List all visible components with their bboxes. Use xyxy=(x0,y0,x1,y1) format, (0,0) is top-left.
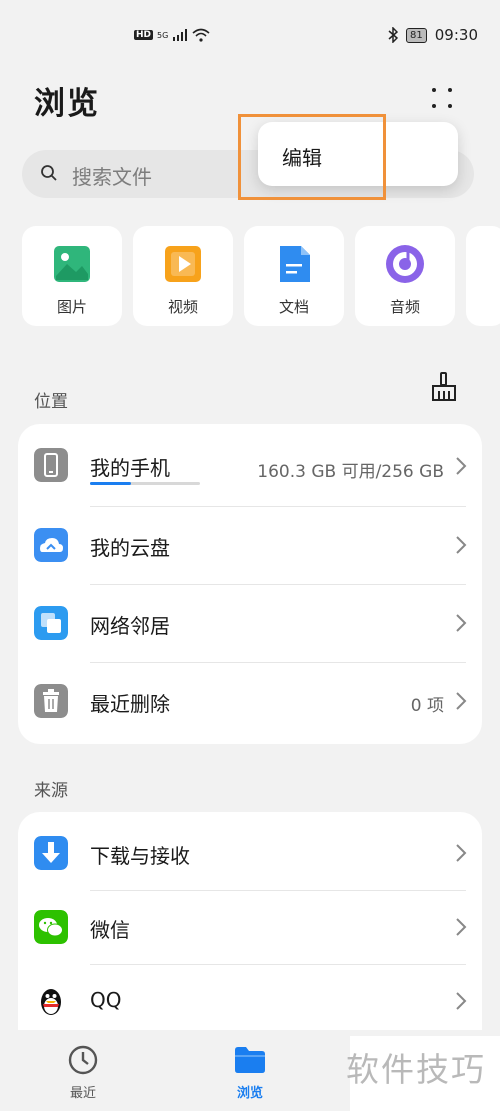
highlight-box xyxy=(238,114,386,200)
cloud-icon xyxy=(34,528,68,562)
wechat-icon xyxy=(34,910,68,944)
network-label: 5G xyxy=(157,30,169,40)
hd-badge: HD xyxy=(134,30,154,40)
audio-icon xyxy=(386,245,424,283)
list-item-network-neighbors[interactable]: 网络邻居 xyxy=(18,584,482,662)
storage-usage-bar xyxy=(90,482,200,485)
phone-icon xyxy=(34,448,68,482)
page-title: 浏览 xyxy=(34,86,100,122)
category-images[interactable]: 图片 xyxy=(22,226,122,326)
category-more[interactable] xyxy=(466,226,500,326)
row-label: 我的云盘 xyxy=(90,536,170,560)
tab-label: 最近 xyxy=(69,1086,96,1101)
row-label: 最近删除 xyxy=(90,692,170,716)
list-item-downloads[interactable]: 下载与接收 xyxy=(18,812,482,890)
chevron-right-icon xyxy=(456,536,467,554)
category-videos[interactable]: 视频 xyxy=(133,226,233,326)
search-icon xyxy=(41,165,57,181)
qq-icon xyxy=(41,989,61,1015)
chevron-right-icon xyxy=(456,992,467,1010)
deleted-count: 0 项 xyxy=(410,696,444,716)
wifi-icon xyxy=(192,28,210,42)
tab-label: 浏览 xyxy=(236,1086,263,1101)
trash-icon xyxy=(34,684,68,718)
list-item-qq[interactable]: QQ xyxy=(18,964,482,1038)
source-card: 下载与接收 微信 QQ xyxy=(18,812,482,1052)
status-left: HD 5G xyxy=(134,28,210,42)
chevron-right-icon xyxy=(456,918,467,936)
download-icon xyxy=(34,836,68,870)
category-documents[interactable]: 文档 xyxy=(244,226,344,326)
battery-icon: 81 xyxy=(406,27,427,43)
bluetooth-icon xyxy=(388,27,399,43)
status-right: 81 09:30 xyxy=(388,26,478,44)
section-heading-location: 位置 xyxy=(34,392,68,412)
search-placeholder: 搜索文件 xyxy=(72,165,152,189)
row-label: 我的手机 xyxy=(90,456,170,480)
clean-icon[interactable] xyxy=(430,372,458,402)
list-item-my-cloud[interactable]: 我的云盘 xyxy=(18,506,482,584)
chevron-right-icon xyxy=(456,692,467,710)
row-label: 下载与接收 xyxy=(90,844,190,868)
chevron-right-icon xyxy=(456,457,467,475)
document-icon xyxy=(280,246,310,282)
more-options-button[interactable] xyxy=(428,84,456,112)
tab-recent[interactable]: 最近 xyxy=(43,1030,123,1111)
row-label: 微信 xyxy=(90,918,130,942)
row-label: 网络邻居 xyxy=(90,614,170,638)
chevron-right-icon xyxy=(456,844,467,862)
tab-browse[interactable]: 浏览 xyxy=(210,1030,290,1111)
list-item-wechat[interactable]: 微信 xyxy=(18,890,482,964)
location-card: 我的手机 160.3 GB 可用/256 GB 我的云盘 网络邻居 最近删除 0… xyxy=(18,424,482,744)
row-label: QQ xyxy=(90,988,122,1012)
video-icon xyxy=(165,246,201,282)
list-item-recently-deleted[interactable]: 最近删除 0 项 xyxy=(18,662,482,740)
watermark: 软件技巧 xyxy=(346,1050,486,1089)
category-label: 文档 xyxy=(278,298,309,316)
category-label: 音频 xyxy=(389,298,420,316)
clock: 09:30 xyxy=(434,26,478,44)
category-audio[interactable]: 音频 xyxy=(355,226,455,326)
network-icon xyxy=(34,606,68,640)
clock-icon xyxy=(68,1045,98,1075)
signal-icon xyxy=(173,29,188,41)
section-heading-source: 来源 xyxy=(34,781,68,801)
category-label: 图片 xyxy=(56,298,87,316)
list-item-my-phone[interactable]: 我的手机 160.3 GB 可用/256 GB xyxy=(18,424,482,506)
category-label: 视频 xyxy=(167,298,198,316)
folder-icon xyxy=(235,1047,265,1073)
storage-usage-fill xyxy=(90,482,131,485)
image-icon xyxy=(54,246,90,282)
chevron-right-icon xyxy=(456,614,467,632)
storage-value: 160.3 GB 可用/256 GB xyxy=(257,462,444,482)
